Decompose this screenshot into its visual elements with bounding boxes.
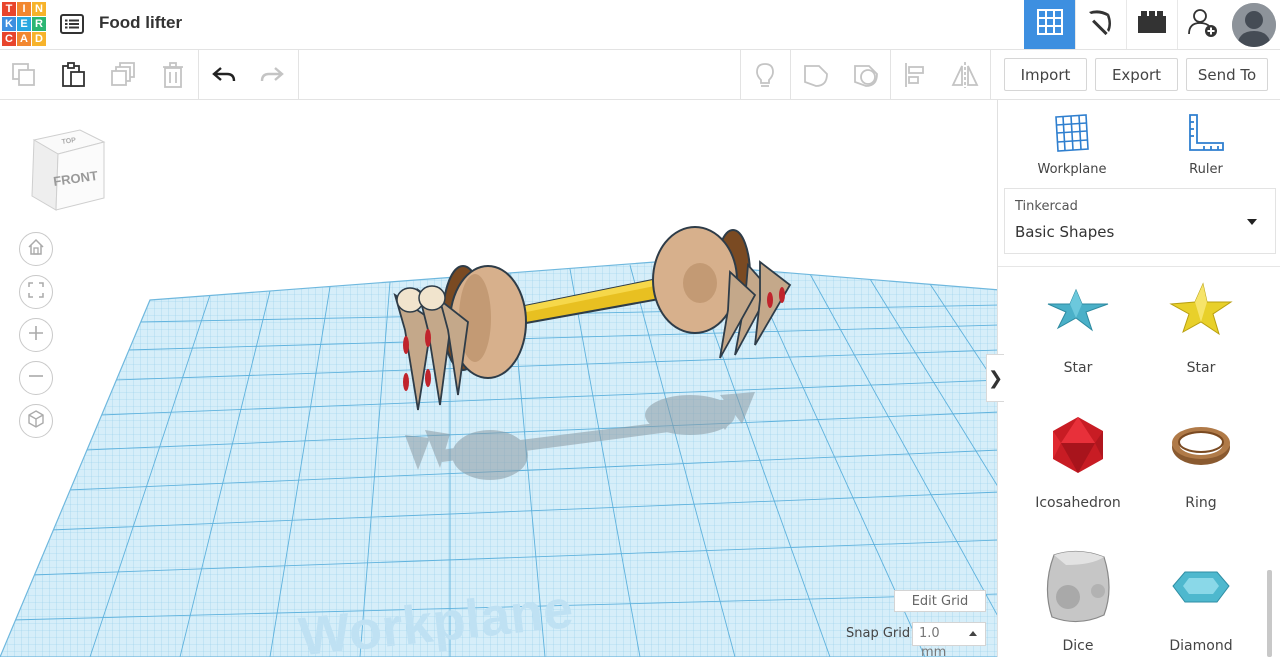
dropdown-arrow-icon (1247, 219, 1257, 225)
tinkercad-logo[interactable]: TIN KER CAD (2, 2, 46, 46)
lightbulb-icon[interactable] (751, 61, 779, 89)
copy-icon[interactable] (10, 61, 38, 89)
logo-letter: N (32, 2, 46, 16)
delete-icon[interactable] (159, 61, 187, 89)
grid-view-icon (1036, 9, 1063, 40)
user-menu[interactable] (1228, 0, 1280, 49)
perspective-button[interactable] (19, 404, 53, 438)
3d-design-view-button[interactable] (1024, 0, 1075, 49)
zoom-in-icon (27, 324, 45, 347)
panel-scrollbar[interactable] (1267, 570, 1272, 657)
3d-viewport[interactable]: Workplane TOP FRONT Edit Grid Snap Grid … (0, 100, 997, 657)
shape-library-select[interactable]: Tinkercad Basic Shapes (1004, 188, 1276, 254)
export-button[interactable]: Export (1095, 58, 1178, 91)
shape-star-teal[interactable]: Star (1023, 270, 1133, 376)
fit-icon (27, 281, 45, 304)
logo-letter: K (2, 17, 16, 31)
ruler-tool[interactable]: Ruler (1156, 112, 1256, 177)
ungroup-icon[interactable] (852, 61, 880, 89)
shape-dice[interactable]: Dice (1023, 548, 1133, 654)
snap-grid-label: Snap Grid (846, 626, 911, 641)
workplane-label: Workplane (1037, 162, 1107, 177)
home-view-button[interactable] (19, 232, 53, 266)
fit-view-button[interactable] (19, 275, 53, 309)
library-name: Basic Shapes (1015, 223, 1115, 241)
shape-star-yellow[interactable]: Star (1146, 270, 1256, 376)
shape-label: Icosahedron (1035, 495, 1121, 511)
shape-label: Dice (1062, 638, 1094, 654)
shape-label: Star (1063, 360, 1093, 376)
workplane-scene[interactable]: Workplane (0, 100, 997, 657)
diamond-icon (1146, 548, 1256, 628)
star-teal-icon (1023, 270, 1133, 350)
duplicate-icon[interactable] (109, 61, 137, 89)
ruler-label: Ruler (1189, 162, 1223, 177)
undo-icon[interactable] (210, 61, 238, 89)
logo-letter: R (32, 17, 46, 31)
snap-grid-select[interactable]: 1.0 (912, 622, 986, 646)
view-cube[interactable]: TOP FRONT (30, 128, 108, 219)
send-to-button[interactable]: Send To (1186, 58, 1268, 91)
zoom-out-button[interactable] (19, 361, 53, 395)
invite-user-button[interactable] (1177, 0, 1228, 49)
workplane-icon (1022, 112, 1122, 154)
align-icon[interactable] (902, 61, 930, 89)
shape-ring[interactable]: Ring (1146, 405, 1256, 511)
icosahedron-icon (1023, 405, 1133, 485)
shape-label: Star (1186, 360, 1216, 376)
logo-letter: I (17, 2, 31, 16)
shape-label: Ring (1185, 495, 1217, 511)
ring-icon (1146, 405, 1256, 485)
ruler-icon (1156, 112, 1256, 154)
zoom-in-button[interactable] (19, 318, 53, 352)
snap-grid-unit: mm (921, 645, 947, 657)
edit-grid-button[interactable]: Edit Grid (894, 590, 986, 612)
library-source: Tinkercad (1015, 199, 1078, 214)
add-user-icon (1187, 6, 1219, 43)
chevron-right-icon: ❯ (987, 367, 1004, 388)
workplane-tool[interactable]: Workplane (1022, 112, 1122, 177)
caret-up-icon (969, 631, 977, 636)
paste-icon[interactable] (59, 61, 87, 89)
shape-icosahedron[interactable]: Icosahedron (1023, 405, 1133, 511)
pickaxe-icon (1085, 6, 1117, 43)
top-bar: TIN KER CAD Food lifter (0, 0, 1280, 50)
logo-letter: A (17, 32, 31, 46)
shape-label: Diamond (1169, 638, 1233, 654)
bricks-icon (1138, 11, 1166, 38)
logo-letter: C (2, 32, 16, 46)
shape-diamond[interactable]: Diamond (1146, 548, 1256, 654)
panel-collapse-button[interactable]: ❯ (986, 354, 1004, 402)
zoom-out-icon (27, 367, 45, 390)
user-avatar[interactable] (1232, 2, 1276, 47)
logo-letter: T (2, 2, 16, 16)
dice-icon (1023, 548, 1133, 628)
toolbar: Import Export Send To (0, 50, 1280, 100)
star-yellow-icon (1146, 270, 1256, 350)
home-icon (27, 238, 45, 261)
import-button[interactable]: Import (1004, 58, 1087, 91)
shapes-panel: Workplane Ruler Tinkercad Basic Shapes S… (997, 100, 1280, 657)
perspective-icon (27, 409, 45, 433)
design-title[interactable]: Food lifter (99, 13, 182, 33)
group-icon[interactable] (802, 61, 830, 89)
blocks-view-button[interactable] (1075, 0, 1126, 49)
snap-grid-value: 1.0 (919, 626, 940, 641)
redo-icon[interactable] (258, 61, 286, 89)
mirror-icon[interactable] (951, 61, 979, 89)
design-list-icon[interactable] (60, 12, 84, 36)
logo-letter: D (32, 32, 46, 46)
bricks-view-button[interactable] (1126, 0, 1177, 49)
logo-letter: E (17, 17, 31, 31)
